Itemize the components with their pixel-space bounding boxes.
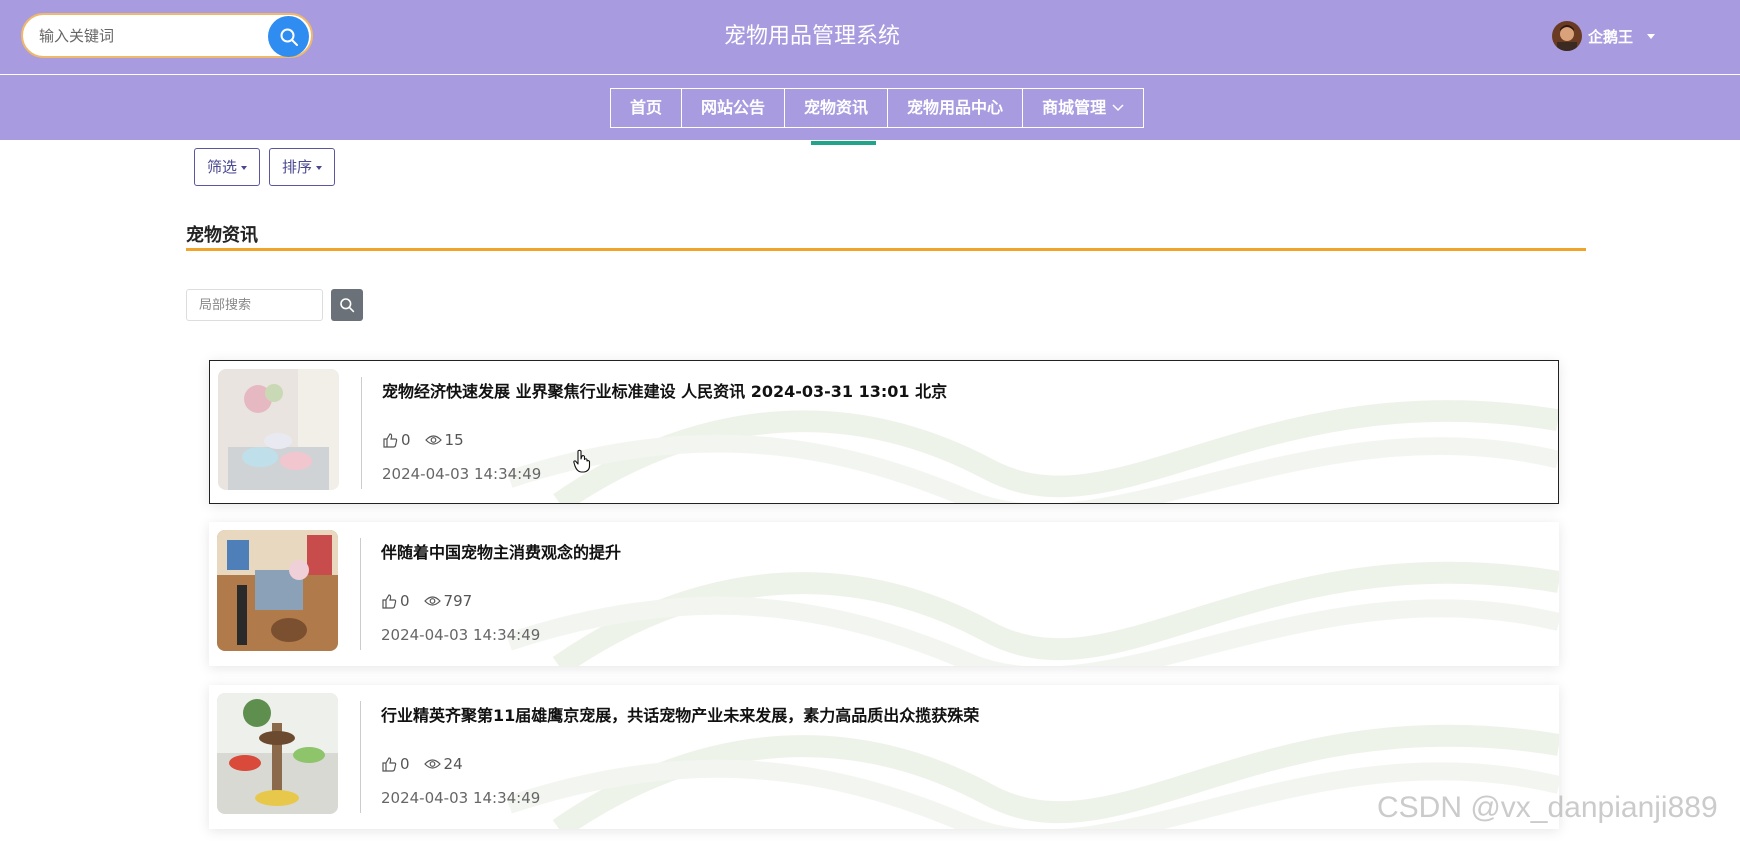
view-count: 797 [443, 592, 473, 610]
news-date: 2024-04-03 14:34:49 [382, 465, 542, 483]
like-count: 0 [400, 592, 410, 610]
eye-icon [423, 759, 441, 769]
chevron-down-icon[interactable] [1647, 33, 1656, 39]
top-header: 宠物用品管理系统 企鹅王 [0, 0, 1740, 74]
nav-label: 宠物资讯 [804, 98, 869, 117]
news-card[interactable]: 行业精英齐聚第11届雄鹰京宠展，共话宠物产业未来发展，素力高品质出众揽获殊荣 0… [209, 685, 1559, 829]
filter-button[interactable]: 筛选 [194, 148, 261, 186]
news-title[interactable]: 宠物经济快速发展 业界聚焦行业标准建设 人民资讯 2024-03-31 13:0… [382, 378, 947, 402]
news-stats: 0 15 [382, 431, 478, 449]
card-divider [360, 701, 361, 813]
thumbs-up-icon[interactable] [381, 756, 397, 772]
site-title: 宠物用品管理系统 [723, 24, 900, 49]
nav-item-announcements[interactable]: 网站公告 [682, 89, 786, 127]
user-menu[interactable]: 企鹅王 [1552, 20, 1656, 52]
section-title: 宠物资讯 [186, 225, 258, 246]
active-tab-indicator [811, 141, 876, 145]
hand-cursor-icon [573, 449, 591, 473]
thumbs-up-icon[interactable] [382, 432, 398, 448]
nav-label: 商城管理 [1042, 98, 1107, 117]
chevron-down-icon [1112, 104, 1124, 112]
main-nav: 首页 网站公告 宠物资讯 宠物用品中心 商城管理 [610, 88, 1145, 128]
caret-down-icon [316, 165, 323, 170]
like-count: 0 [400, 755, 410, 773]
card-divider [360, 538, 361, 650]
sort-button[interactable]: 排序 [269, 148, 336, 186]
news-thumbnail[interactable] [217, 530, 338, 651]
news-thumbnail[interactable] [217, 693, 338, 814]
local-search-button[interactable] [331, 289, 363, 321]
view-count: 15 [444, 431, 464, 449]
news-stats: 0 24 [381, 755, 477, 773]
sort-label: 排序 [282, 158, 313, 176]
news-title[interactable]: 行业精英齐聚第11届雄鹰京宠展，共话宠物产业未来发展，素力高品质出众揽获殊荣 [381, 702, 979, 726]
news-card[interactable]: 宠物经济快速发展 业界聚焦行业标准建设 人民资讯 2024-03-31 13:0… [209, 360, 1559, 504]
nav-item-mall-management[interactable]: 商城管理 [1023, 89, 1143, 127]
user-name[interactable]: 企鹅王 [1588, 26, 1633, 47]
local-search-input[interactable] [186, 289, 323, 321]
news-card[interactable]: 伴随着中国宠物主消费观念的提升 0 797 2024-04-03 14:34:4… [209, 522, 1559, 666]
card-divider [361, 377, 362, 489]
nav-label: 首页 [630, 98, 663, 117]
eye-icon [423, 596, 441, 606]
search-icon [340, 298, 355, 313]
view-count: 24 [443, 755, 463, 773]
like-count: 0 [401, 431, 411, 449]
news-date: 2024-04-03 14:34:49 [381, 626, 541, 644]
caret-down-icon [241, 165, 248, 170]
nav-label: 宠物用品中心 [907, 98, 1004, 117]
watermark: CSDN @vx_danpianji889 [1377, 791, 1718, 824]
nav-item-pet-supplies[interactable]: 宠物用品中心 [888, 89, 1024, 127]
nav-item-home[interactable]: 首页 [611, 89, 683, 127]
nav-label: 网站公告 [701, 98, 766, 117]
section-divider [186, 248, 1586, 251]
news-date: 2024-04-03 14:34:49 [381, 789, 541, 807]
avatar[interactable] [1552, 21, 1582, 51]
news-stats: 0 797 [381, 592, 486, 610]
filter-label: 筛选 [207, 158, 238, 176]
nav-item-pet-news[interactable]: 宠物资讯 [785, 89, 889, 127]
thumbs-up-icon[interactable] [381, 593, 397, 609]
news-title[interactable]: 伴随着中国宠物主消费观念的提升 [381, 539, 621, 563]
eye-icon [424, 435, 442, 445]
main-nav-bar: 首页 网站公告 宠物资讯 宠物用品中心 商城管理 [0, 75, 1740, 140]
news-thumbnail[interactable] [218, 369, 339, 490]
